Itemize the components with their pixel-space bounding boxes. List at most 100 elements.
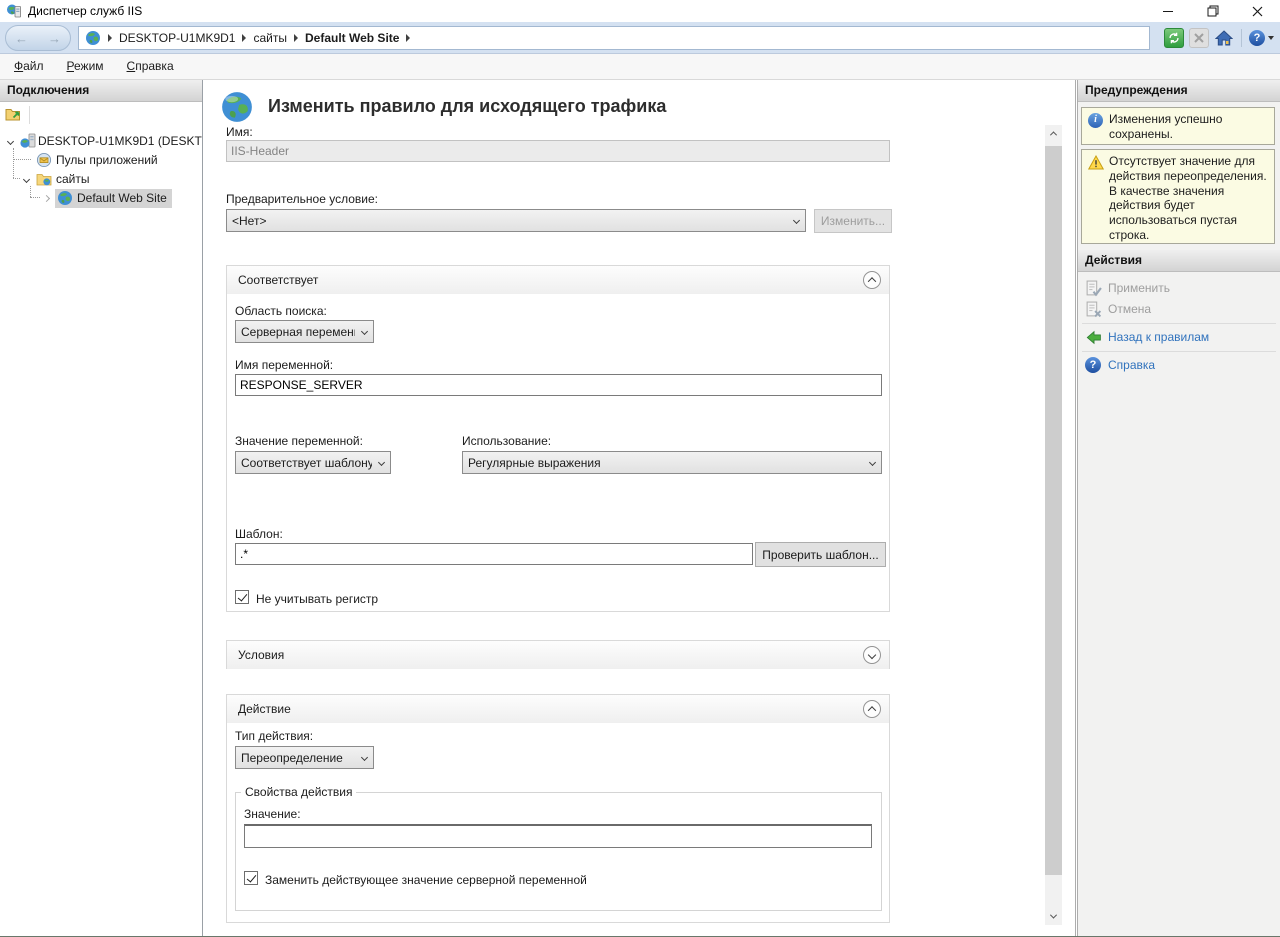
breadcrumb-arrow-icon <box>242 34 246 42</box>
breadcrumb-arrow-icon <box>294 34 298 42</box>
action-value-input[interactable] <box>244 824 872 848</box>
precondition-select[interactable]: <Нет> <box>226 209 806 232</box>
stop-icon <box>1194 33 1204 43</box>
ignore-case-label: Не учитывать регистр <box>256 592 378 606</box>
tree-item-default-web-site[interactable]: Default Web Site <box>0 189 202 208</box>
action-properties-legend: Свойства действия <box>241 785 356 799</box>
cancel-action[interactable]: Отмена <box>1078 299 1280 320</box>
back-icon[interactable]: ← <box>15 32 28 45</box>
expand-section-button[interactable] <box>863 646 881 664</box>
conditions-section-title: Условия <box>238 648 284 662</box>
restore-button[interactable] <box>1190 0 1235 22</box>
chevron-up-icon <box>1050 131 1057 138</box>
navigation-buttons: ← → <box>5 25 71 51</box>
action-type-select[interactable]: Переопределение <box>235 746 374 769</box>
right-panel: Предупреждения i Изменения успешно сохра… <box>1077 80 1280 936</box>
tree-item-app-pools[interactable]: Пулы приложений <box>0 151 202 170</box>
using-select[interactable]: Регулярные выражения <box>462 451 882 474</box>
chevron-up-icon <box>868 706 876 714</box>
name-input[interactable] <box>226 140 890 162</box>
test-pattern-button[interactable]: Проверить шаблон... <box>755 542 886 567</box>
tree-item-label: DESKTOP-U1MK9D1 (DESKTOP <box>38 134 202 149</box>
pattern-input[interactable] <box>235 543 753 565</box>
globe-icon <box>220 90 254 124</box>
tree-item-label: Default Web Site <box>77 191 167 205</box>
back-arrow-icon <box>1085 329 1102 349</box>
collapse-section-button[interactable] <box>863 700 881 718</box>
cancel-label: Отмена <box>1108 302 1151 316</box>
variable-name-label: Имя переменной: <box>235 358 333 372</box>
match-section-title: Соответствует <box>238 273 318 287</box>
action-section-title: Действие <box>238 702 291 716</box>
value-label: Значение: <box>244 807 301 821</box>
ignore-case-checkbox[interactable] <box>235 590 249 604</box>
apply-label: Применить <box>1108 281 1170 295</box>
tree-item-sites[interactable]: сайты <box>0 170 202 189</box>
refresh-button[interactable] <box>1164 28 1184 48</box>
globe-icon <box>85 30 101 46</box>
vertical-scrollbar[interactable] <box>1045 125 1062 925</box>
breadcrumb-item-server[interactable]: DESKTOP-U1MK9D1 <box>119 31 235 45</box>
create-connection-icon[interactable] <box>5 106 21 122</box>
info-alert: i Изменения успешно сохранены. <box>1081 107 1275 145</box>
help-link[interactable]: ? Справка <box>1078 355 1280 376</box>
close-button[interactable] <box>1235 0 1280 22</box>
breadcrumb-arrow-icon <box>406 34 410 42</box>
chevron-right-icon[interactable] <box>40 192 52 204</box>
divider <box>1082 351 1276 352</box>
alerts-header: Предупреждения <box>1078 80 1280 102</box>
server-icon <box>20 133 36 149</box>
home-button[interactable] <box>1214 28 1234 48</box>
chevron-down-icon <box>1268 36 1274 40</box>
menu-file[interactable]: Файл <box>5 54 53 79</box>
back-to-rules-label: Назад к правилам <box>1108 330 1209 344</box>
iis-manager-window: Диспетчер служб IIS ← → DESKTOP-U1MK9D1 … <box>0 0 1280 937</box>
close-icon <box>1252 6 1263 17</box>
menu-bar: Файл Режим Справка <box>0 54 1280 80</box>
selected-tree-item[interactable]: Default Web Site <box>55 189 172 208</box>
conditions-section: Условия <box>226 640 890 669</box>
iis-logo-icon <box>6 3 22 19</box>
minimize-button[interactable] <box>1145 0 1190 22</box>
edit-precondition-button[interactable]: Изменить... <box>814 209 892 233</box>
replace-existing-checkbox[interactable] <box>244 871 258 885</box>
forward-icon[interactable]: → <box>48 32 61 45</box>
action-type-value: Переопределение <box>241 751 343 765</box>
breadcrumb-item-default-web-site[interactable]: Default Web Site <box>305 31 399 45</box>
divider <box>1082 323 1276 324</box>
match-section: Соответствует Область поиска: Серверная … <box>226 265 890 612</box>
stop-button[interactable] <box>1189 28 1209 48</box>
back-to-rules-link[interactable]: Назад к правилам <box>1078 327 1280 348</box>
scroll-up-button[interactable] <box>1045 125 1062 142</box>
variable-value-select[interactable]: Соответствует шаблону <box>235 451 391 474</box>
chevron-down-icon[interactable] <box>4 135 16 147</box>
menu-view[interactable]: Режим <box>58 54 113 79</box>
connections-header: Подключения <box>0 80 202 102</box>
connections-toolbar <box>0 102 202 128</box>
using-label: Использование: <box>462 434 551 448</box>
collapse-section-button[interactable] <box>863 271 881 289</box>
divider <box>1241 29 1242 47</box>
scope-select[interactable]: Серверная переменн <box>235 320 374 343</box>
app-pools-icon <box>36 152 52 168</box>
actions-header: Действия <box>1078 250 1280 272</box>
scope-value: Серверная переменн <box>241 325 355 339</box>
name-label: Имя: <box>226 125 253 139</box>
help-label: Справка <box>1108 358 1155 372</box>
info-icon: i <box>1088 113 1103 128</box>
refresh-icon <box>1167 31 1181 45</box>
chevron-down-icon <box>793 217 800 224</box>
home-icon <box>1215 29 1233 47</box>
scroll-down-button[interactable] <box>1045 908 1062 925</box>
breadcrumb-item-sites[interactable]: сайты <box>253 31 287 45</box>
tree-item-server[interactable]: DESKTOP-U1MK9D1 (DESKTOP <box>0 132 202 151</box>
variable-name-input[interactable] <box>235 374 882 396</box>
scrollbar-thumb[interactable] <box>1045 146 1062 875</box>
chevron-down-icon[interactable] <box>20 173 32 185</box>
menu-help[interactable]: Справка <box>118 54 183 79</box>
chevron-down-icon <box>361 328 368 335</box>
cancel-icon <box>1085 301 1102 321</box>
window-title: Диспетчер служб IIS <box>28 0 142 22</box>
help-button[interactable]: ? <box>1249 30 1274 46</box>
apply-action[interactable]: Применить <box>1078 278 1280 299</box>
